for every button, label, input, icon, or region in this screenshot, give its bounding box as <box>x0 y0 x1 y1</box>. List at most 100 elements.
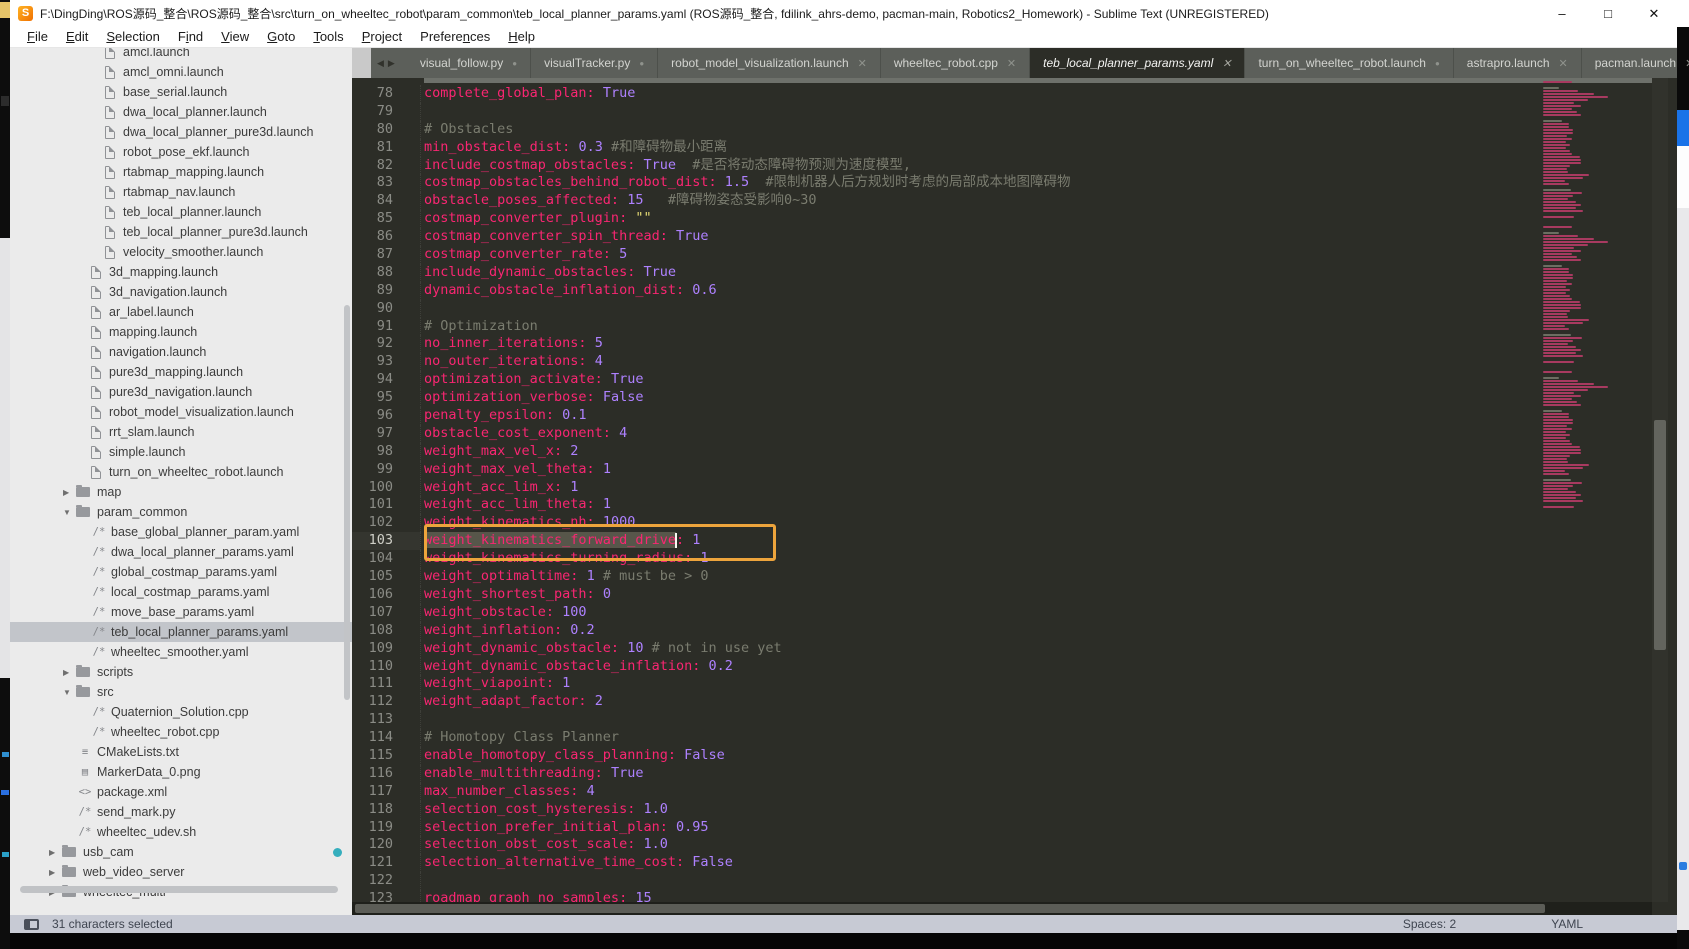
sidebar-horizontal-scrollbar[interactable] <box>20 886 338 893</box>
sidebar-toggle-icon[interactable] <box>24 918 39 930</box>
code-line-107[interactable]: 107 weight_obstacle: 100 <box>352 603 1677 622</box>
code-line-97[interactable]: 97 obstacle_cost_exponent: 4 <box>352 424 1677 443</box>
editor-horizontal-scrollbar[interactable] <box>352 902 1652 915</box>
tree-item-3d_mapping.launch[interactable]: 3d_mapping.launch <box>10 262 352 282</box>
code-line-87[interactable]: 87 costmap_converter_rate: 5 <box>352 246 1677 264</box>
tab-scroll-right-icon[interactable]: ▶ <box>388 58 399 69</box>
code-line-95[interactable]: 95 optimization_verbose: False <box>352 389 1677 408</box>
tab-pacman.launch[interactable]: pacman.launch ✕ <box>1582 48 1689 78</box>
close-tab-icon[interactable]: ✕ <box>1559 57 1568 70</box>
tree-item-web_video_server[interactable]: ▶ web_video_server <box>10 862 352 882</box>
tree-item-wheeltec_smoother.yaml[interactable]: /* wheeltec_smoother.yaml <box>10 642 352 662</box>
tab-turn_on_wheeltec_robot.launch[interactable]: turn_on_wheeltec_robot.launch ● <box>1245 48 1454 78</box>
code-line-89[interactable]: 89 dynamic_obstacle_inflation_dist: 0.6 <box>352 281 1677 300</box>
tree-item-velocity_smoother.launch[interactable]: velocity_smoother.launch <box>10 242 352 262</box>
minimize-button[interactable]: – <box>1539 0 1585 27</box>
tree-item-wheeltec_udev.sh[interactable]: /* wheeltec_udev.sh <box>10 822 352 842</box>
tree-item-3d_navigation.launch[interactable]: 3d_navigation.launch <box>10 282 352 302</box>
menu-project[interactable]: Project <box>353 27 411 48</box>
syntax-name[interactable]: YAML <box>1551 917 1583 931</box>
code-line-111[interactable]: 111 weight_viapoint: 1 <box>352 675 1677 694</box>
menu-selection[interactable]: Selection <box>97 27 168 48</box>
chevron-down-icon[interactable]: ▼ <box>63 688 76 697</box>
code-line-88[interactable]: 88 include_dynamic_obstacles: True <box>352 263 1677 282</box>
close-button[interactable]: ✕ <box>1631 0 1677 27</box>
tree-item-package.xml[interactable]: <> package.xml <box>10 782 352 802</box>
menu-goto[interactable]: Goto <box>258 27 304 48</box>
code-line-103[interactable]: 103 weight_kinematics_forward_drive: 1 <box>352 532 1677 551</box>
tab-teb_local_planner_params.yaml[interactable]: teb_local_planner_params.yaml ✕ <box>1030 48 1246 78</box>
chevron-right-icon[interactable]: ▶ <box>63 668 76 677</box>
code-line-96[interactable]: 96 penalty_epsilon: 0.1 <box>352 407 1677 425</box>
tree-item-ar_label.launch[interactable]: ar_label.launch <box>10 302 352 322</box>
code-line-82[interactable]: 82 include_costmap_obstacles: True #是否将动态… <box>352 156 1677 175</box>
code-line-112[interactable]: 112 weight_adapt_factor: 2 <box>352 693 1677 712</box>
tree-item-src[interactable]: ▼ src <box>10 682 352 702</box>
code-line-119[interactable]: 119 selection_prefer_initial_plan: 0.95 <box>352 818 1677 837</box>
code-line-109[interactable]: 109 weight_dynamic_obstacle: 10 # not in … <box>352 639 1677 658</box>
chevron-right-icon[interactable]: ▶ <box>49 848 62 857</box>
tree-item-teb_local_planner_pure3d.launch[interactable]: teb_local_planner_pure3d.launch <box>10 222 352 242</box>
menu-view[interactable]: View <box>212 27 258 48</box>
menu-file[interactable]: File <box>18 27 57 48</box>
code-line-113[interactable]: 113 <box>352 711 1677 730</box>
menu-help[interactable]: Help <box>499 27 544 48</box>
tab-astrapro.launch[interactable]: astrapro.launch ✕ <box>1454 48 1582 78</box>
tree-item-wheeltec_robot.cpp[interactable]: /* wheeltec_robot.cpp <box>10 722 352 742</box>
maximize-button[interactable]: □ <box>1585 0 1631 27</box>
code-line-79[interactable]: 79 <box>352 102 1677 121</box>
tree-item-teb_local_planner.launch[interactable]: teb_local_planner.launch <box>10 202 352 222</box>
code-line-90[interactable]: 90 <box>352 299 1677 318</box>
tree-item-amcl_omni.launch[interactable]: amcl_omni.launch <box>10 62 352 82</box>
tree-item-MarkerData_0.png[interactable]: ▤ MarkerData_0.png <box>10 762 352 782</box>
menu-find[interactable]: Find <box>169 27 212 48</box>
close-tab-icon[interactable]: ✕ <box>1222 57 1231 70</box>
code-line-118[interactable]: 118 selection_cost_hysteresis: 1.0 <box>352 800 1677 819</box>
minimap[interactable] <box>1543 81 1649 911</box>
code-line-81[interactable]: 81 min_obstacle_dist: 0.3 #和障碍物最小距离 <box>352 138 1677 157</box>
tab-scroll-left-icon[interactable]: ◀ <box>377 58 388 69</box>
tree-item-rtabmap_nav.launch[interactable]: rtabmap_nav.launch <box>10 182 352 202</box>
tree-item-robot_model_visualization.launch[interactable]: robot_model_visualization.launch <box>10 402 352 422</box>
code-line-108[interactable]: 108 weight_inflation: 0.2 <box>352 621 1677 640</box>
code-line-117[interactable]: 117 max_number_classes: 4 <box>352 782 1677 801</box>
tree-item-amcl.launch[interactable]: amcl.launch <box>10 48 352 62</box>
tree-item-mapping.launch[interactable]: mapping.launch <box>10 322 352 342</box>
code-line-120[interactable]: 120 selection_obst_cost_scale: 1.0 <box>352 836 1677 855</box>
code-line-102[interactable]: 102 weight_kinematics_nh: 1000 <box>352 514 1677 533</box>
code-line-78[interactable]: 78 complete_global_plan: True <box>352 85 1677 103</box>
code-line-86[interactable]: 86 costmap_converter_spin_thread: True <box>352 228 1677 247</box>
indent-setting[interactable]: Spaces: 2 <box>1403 917 1456 931</box>
tree-item-dwa_local_planner_pure3d.launch[interactable]: dwa_local_planner_pure3d.launch <box>10 122 352 142</box>
code-line-100[interactable]: 100 weight_acc_lim_x: 1 <box>352 478 1677 497</box>
tree-item-robot_pose_ekf.launch[interactable]: robot_pose_ekf.launch <box>10 142 352 162</box>
tree-item-usb_cam[interactable]: ▶ usb_cam <box>10 842 352 862</box>
tree-item-navigation.launch[interactable]: navigation.launch <box>10 342 352 362</box>
tree-item-pure3d_mapping.launch[interactable]: pure3d_mapping.launch <box>10 362 352 382</box>
code-line-106[interactable]: 106 weight_shortest_path: 0 <box>352 585 1677 604</box>
menu-preferences[interactable]: Preferences <box>411 27 499 48</box>
code-line-83[interactable]: 83 costmap_obstacles_behind_robot_dist: 1… <box>352 174 1677 193</box>
tree-item-teb_local_planner_params.yaml[interactable]: /* teb_local_planner_params.yaml <box>10 622 352 642</box>
code-line-122[interactable]: 122 <box>352 872 1677 891</box>
tree-item-scripts[interactable]: ▶ scripts <box>10 662 352 682</box>
code-line-115[interactable]: 115 enable_homotopy_class_planning: False <box>352 746 1677 765</box>
menu-tools[interactable]: Tools <box>304 27 352 48</box>
code-line-98[interactable]: 98 weight_max_vel_x: 2 <box>352 442 1677 461</box>
code-line-80[interactable]: 80 # Obstacles <box>352 120 1677 139</box>
tree-item-local_costmap_params.yaml[interactable]: /* local_costmap_params.yaml <box>10 582 352 602</box>
chevron-down-icon[interactable]: ▼ <box>63 508 76 517</box>
tree-item-send_mark.py[interactable]: /* send_mark.py <box>10 802 352 822</box>
code-line-114[interactable]: 114 # Homotopy Class Planner <box>352 729 1677 747</box>
code-line-85[interactable]: 85 costmap_converter_plugin: "" <box>352 210 1677 229</box>
tab-wheeltec_robot.cpp[interactable]: wheeltec_robot.cpp ✕ <box>881 48 1031 78</box>
code-line-110[interactable]: 110 weight_dynamic_obstacle_inflation: 0.… <box>352 657 1677 676</box>
tree-item-rtabmap_mapping.launch[interactable]: rtabmap_mapping.launch <box>10 162 352 182</box>
tree-item-Quaternion_Solution.cpp[interactable]: /* Quaternion_Solution.cpp <box>10 702 352 722</box>
tab-visualTracker.py[interactable]: visualTracker.py ● <box>531 48 659 78</box>
code-line-84[interactable]: 84 obstacle_poses_affected: 15 #障碍物姿态受影响0… <box>352 192 1677 211</box>
chevron-right-icon[interactable]: ▶ <box>63 488 76 497</box>
tree-item-simple.launch[interactable]: simple.launch <box>10 442 352 462</box>
tree-item-global_costmap_params.yaml[interactable]: /* global_costmap_params.yaml <box>10 562 352 582</box>
modified-dot-icon[interactable]: ● <box>512 59 517 68</box>
